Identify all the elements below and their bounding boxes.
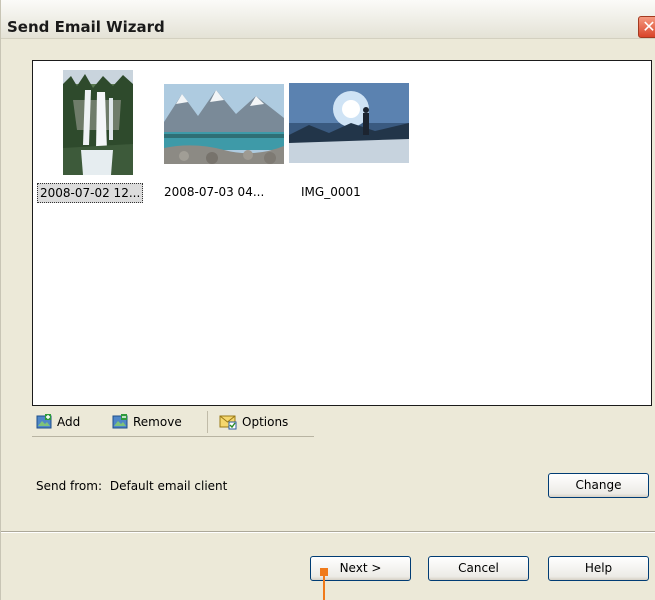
thumbnail-waterfall[interactable] <box>63 70 133 175</box>
cancel-button[interactable]: Cancel <box>428 556 529 581</box>
file-caption[interactable]: 2008-07-03 04... <box>164 183 264 201</box>
footer-divider <box>1 531 655 533</box>
thumbnail-sun-hiker[interactable] <box>289 83 409 163</box>
email-options-icon <box>219 415 237 430</box>
remove-label: Remove <box>133 415 182 429</box>
change-button[interactable]: Change <box>548 473 649 498</box>
file-caption[interactable]: IMG_0001 <box>301 183 361 201</box>
send-from-label: Send from: <box>36 479 103 493</box>
close-icon: ✕ <box>642 17 655 36</box>
help-button[interactable]: Help <box>548 556 649 581</box>
pointer-marker-tail <box>323 576 325 600</box>
add-label: Add <box>57 415 81 429</box>
file-toolbar: Add Remove Options <box>32 408 314 437</box>
toolbar-divider <box>207 411 208 433</box>
options-label: Options <box>242 415 289 429</box>
close-button[interactable]: ✕ <box>638 16 655 38</box>
options-button[interactable]: Options <box>219 413 288 431</box>
file-caption[interactable]: 2008-07-02 12... <box>37 183 144 203</box>
window-title: Send Email Wizard <box>7 18 165 36</box>
title-bar: Send Email Wizard ✕ <box>1 0 655 39</box>
remove-button[interactable]: Remove <box>112 413 182 431</box>
send-from-value: Default email client <box>109 479 228 493</box>
remove-photo-icon <box>112 414 128 429</box>
thumbnail-mountain-lake[interactable] <box>164 84 284 164</box>
add-button[interactable]: Add <box>36 413 80 431</box>
pointer-marker <box>320 568 328 576</box>
send-email-wizard-dialog: Send Email Wizard ✕ 2008-07-02 12... 200… <box>0 0 655 600</box>
file-list-panel[interactable]: 2008-07-02 12... 2008-07-03 04... IMG_00… <box>32 60 652 406</box>
add-photo-icon <box>36 414 52 429</box>
send-from-row: Send from: Default email client <box>36 479 227 493</box>
